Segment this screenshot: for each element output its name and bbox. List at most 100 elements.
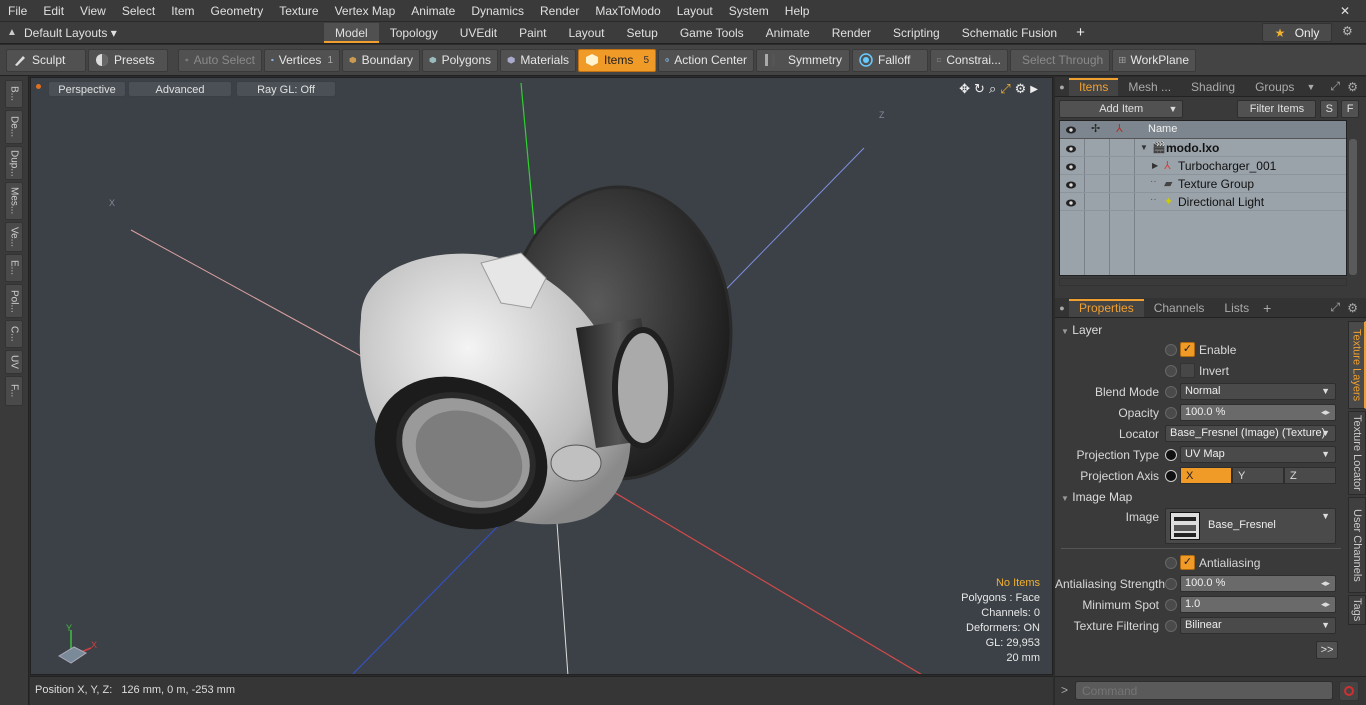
left-tab[interactable]: UV <box>5 350 23 374</box>
viewport-settings-gear-icon[interactable]: ⚙ <box>1015 81 1027 97</box>
s-button[interactable]: S <box>1320 100 1339 118</box>
record-icon[interactable] <box>1339 681 1359 701</box>
rotate-icon[interactable]: ↻ <box>974 81 985 97</box>
projection-type-dropdown[interactable]: UV Map ▼ <box>1180 446 1336 463</box>
symmetry-button[interactable]: Symmetry <box>756 48 850 72</box>
side-tab-user-channels[interactable]: User Channels <box>1348 497 1366 593</box>
left-tab[interactable]: Mes... <box>5 182 23 220</box>
invert-checkbox[interactable] <box>1180 363 1195 378</box>
layouts-collapse-icon[interactable]: ▲ <box>0 27 24 38</box>
image-map-section[interactable]: ▼ Image Map <box>1061 490 1132 504</box>
add-item-button[interactable]: Add Item ▼ <box>1059 100 1184 118</box>
action-center-button[interactable]: Action Center <box>658 48 754 72</box>
menu-help[interactable]: Help <box>777 0 818 22</box>
visibility-eye-icon[interactable] <box>1065 196 1077 208</box>
materials-button[interactable]: Materials <box>500 48 576 72</box>
menu-animate[interactable]: Animate <box>403 0 463 22</box>
layout-tab-uvedit[interactable]: UVEdit <box>449 23 508 43</box>
aa-strength-slider[interactable]: 100.0 % ◂▸ <box>1180 575 1336 592</box>
items-tab-3[interactable]: Groups <box>1245 78 1304 96</box>
left-tab[interactable]: Dup... <box>5 146 23 180</box>
layer-section[interactable]: ▼ Layer <box>1061 323 1102 337</box>
presets-button[interactable]: Presets <box>88 48 168 72</box>
3d-viewport[interactable]: X Z X Y Perspective Advanced Ray GL: Off… <box>30 77 1053 675</box>
item-row[interactable]: ▶ ⅄ Turbocharger_001 <box>1060 157 1346 175</box>
side-tab-tags[interactable]: Tags <box>1348 595 1366 625</box>
default-layouts-dropdown[interactable]: Default Layouts ▾ <box>24 26 324 40</box>
sculpt-button[interactable]: Sculpt <box>6 48 86 72</box>
item-row[interactable]: ▼ 🎬 modo.lxo <box>1060 139 1346 157</box>
properties-tab-channels[interactable]: Channels <box>1144 299 1215 317</box>
workplane-button[interactable]: WorkPlane <box>1112 48 1196 72</box>
layout-tab-schematic-fusion[interactable]: Schematic Fusion <box>951 23 1068 43</box>
expand-down-icon[interactable]: ▼ <box>1140 139 1148 157</box>
left-tab[interactable]: C... <box>5 320 23 348</box>
menu-texture[interactable]: Texture <box>271 0 326 22</box>
layout-tab-setup[interactable]: Setup <box>615 23 668 43</box>
opacity-slider[interactable]: 100.0 % ◂▸ <box>1180 404 1336 421</box>
properties-gear-icon[interactable]: ⚙ <box>1347 301 1358 315</box>
polygons-button[interactable]: Polygons <box>422 48 498 72</box>
items-panel-gear-icon[interactable]: ⚙ <box>1347 80 1358 94</box>
visibility-eye-icon[interactable] <box>1065 142 1077 154</box>
items-list-hscroll[interactable] <box>1059 278 1347 286</box>
view-mode-button[interactable]: Perspective <box>48 81 126 97</box>
falloff-button[interactable]: Falloff <box>852 48 928 72</box>
properties-expand-icon[interactable]: ⤢ <box>1330 300 1340 315</box>
item-row[interactable]: ·· ▰ Texture Group <box>1060 175 1346 193</box>
min-spot-slider[interactable]: 1.0 ◂▸ <box>1180 596 1336 613</box>
axis-x-button[interactable]: X <box>1180 467 1232 484</box>
visibility-eye-icon[interactable] <box>1065 160 1077 172</box>
layout-tab-render[interactable]: Render <box>821 23 882 43</box>
side-tab-texture-locator[interactable]: Texture Locator <box>1348 411 1366 495</box>
vertices-button[interactable]: Vertices 1 <box>264 48 340 72</box>
command-input[interactable] <box>1075 681 1333 700</box>
menu-geometry[interactable]: Geometry <box>203 0 272 22</box>
menu-render[interactable]: Render <box>532 0 587 22</box>
name-column-header[interactable]: Name <box>1148 123 1177 135</box>
left-tab[interactable]: Ve... <box>5 222 23 252</box>
only-button[interactable]: ★ Only <box>1262 23 1332 42</box>
auto-select-button[interactable]: Auto Select <box>178 48 262 72</box>
blend-mode-dropdown[interactable]: Normal ▼ <box>1180 383 1336 400</box>
fit-icon[interactable]: ⤢ <box>1000 81 1010 97</box>
more-button[interactable]: >> <box>1316 641 1338 659</box>
left-tab[interactable]: E... <box>5 254 23 282</box>
items-button[interactable]: Items 5 <box>578 48 656 72</box>
tex-filter-dropdown[interactable]: Bilinear ▼ <box>1180 617 1336 634</box>
boundary-button[interactable]: Boundary <box>342 48 420 72</box>
items-list-scrollbar[interactable] <box>1349 139 1357 275</box>
add-properties-tab-button[interactable]: + <box>1263 300 1271 316</box>
select-through-button[interactable]: Select Through <box>1010 48 1110 72</box>
menu-vertex-map[interactable]: Vertex Map <box>327 0 404 22</box>
settings-gear-icon[interactable]: ⚙ <box>1342 24 1353 38</box>
visibility-eye-icon[interactable] <box>1065 178 1077 190</box>
properties-tab-lists[interactable]: Lists <box>1214 299 1259 317</box>
left-tab[interactable]: B... <box>5 80 23 108</box>
item-row[interactable]: ·· ✦ Directional Light <box>1060 193 1346 211</box>
close-icon[interactable]: ✕ <box>1332 0 1358 22</box>
menu-maxtomodo[interactable]: MaxToModo <box>587 0 668 22</box>
viewport-expand-icon[interactable]: ▶ <box>1030 84 1038 95</box>
items-tabs-dropdown-icon[interactable]: ▼ <box>1306 82 1315 92</box>
menu-select[interactable]: Select <box>114 0 163 22</box>
axis-z-button[interactable]: Z <box>1284 467 1336 484</box>
left-tab[interactable]: F... <box>5 376 23 406</box>
layout-tab-model[interactable]: Model <box>324 22 379 43</box>
left-tab[interactable]: Pol... <box>5 284 23 318</box>
menu-system[interactable]: System <box>721 0 777 22</box>
menu-item[interactable]: Item <box>163 0 202 22</box>
items-tab-0[interactable]: Items <box>1069 77 1119 96</box>
shading-mode-button[interactable]: Advanced <box>128 81 232 97</box>
pan-icon[interactable]: ✥ <box>959 81 970 97</box>
f-button[interactable]: F <box>1341 100 1359 118</box>
items-tab-1[interactable]: Mesh ... <box>1118 78 1181 96</box>
left-tab[interactable]: De... <box>5 110 23 144</box>
filter-items-button[interactable]: Filter Items <box>1237 100 1317 118</box>
side-tab-texture-layers[interactable]: Texture Layers <box>1348 321 1366 409</box>
add-layout-tab-button[interactable]: + <box>1068 24 1093 41</box>
zoom-icon[interactable]: ⌕ <box>989 81 996 97</box>
layout-tab-scripting[interactable]: Scripting <box>882 23 951 43</box>
menu-file[interactable]: File <box>0 0 35 22</box>
menu-dynamics[interactable]: Dynamics <box>463 0 532 22</box>
